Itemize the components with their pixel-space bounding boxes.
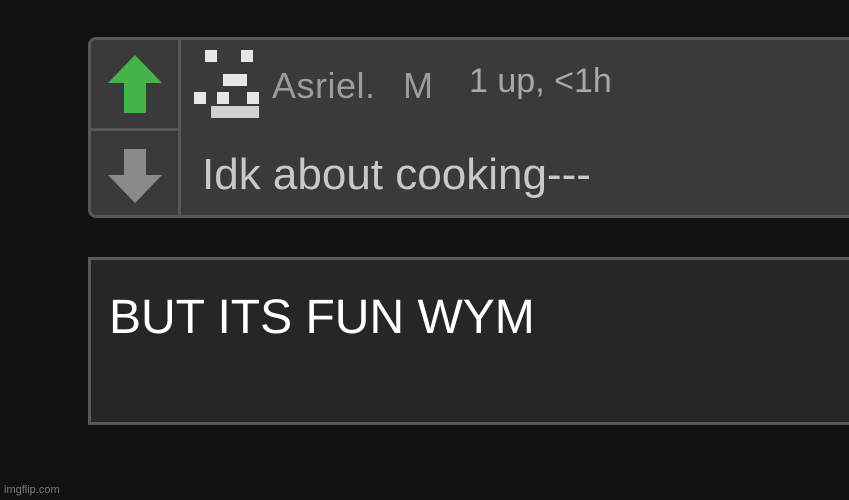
arrow-down-icon xyxy=(107,148,162,203)
upvote-button[interactable] xyxy=(91,40,178,131)
vote-column xyxy=(91,40,181,215)
comment-text: Idk about cooking--- xyxy=(202,150,591,199)
reply-text: BUT ITS FUN WYM xyxy=(109,291,535,344)
avatar[interactable] xyxy=(194,48,264,118)
gender-label: M xyxy=(403,65,434,106)
watermark: imgflip.com xyxy=(4,484,60,496)
reply-textarea[interactable]: BUT ITS FUN WYM xyxy=(88,257,849,425)
username-link[interactable]: Asriel xyxy=(272,65,365,107)
username-suffix: . xyxy=(365,65,376,106)
comment-meta: 1 up, <1h xyxy=(469,61,612,100)
downvote-button[interactable] xyxy=(91,131,178,220)
arrow-up-icon xyxy=(107,55,162,113)
comment-card: Asriel . M 1 up, <1h Idk about cooking--… xyxy=(88,37,849,218)
avatar-pixel-face-icon xyxy=(194,50,259,118)
comment-meta-row: Asriel . M 1 up, <1h xyxy=(194,48,612,118)
